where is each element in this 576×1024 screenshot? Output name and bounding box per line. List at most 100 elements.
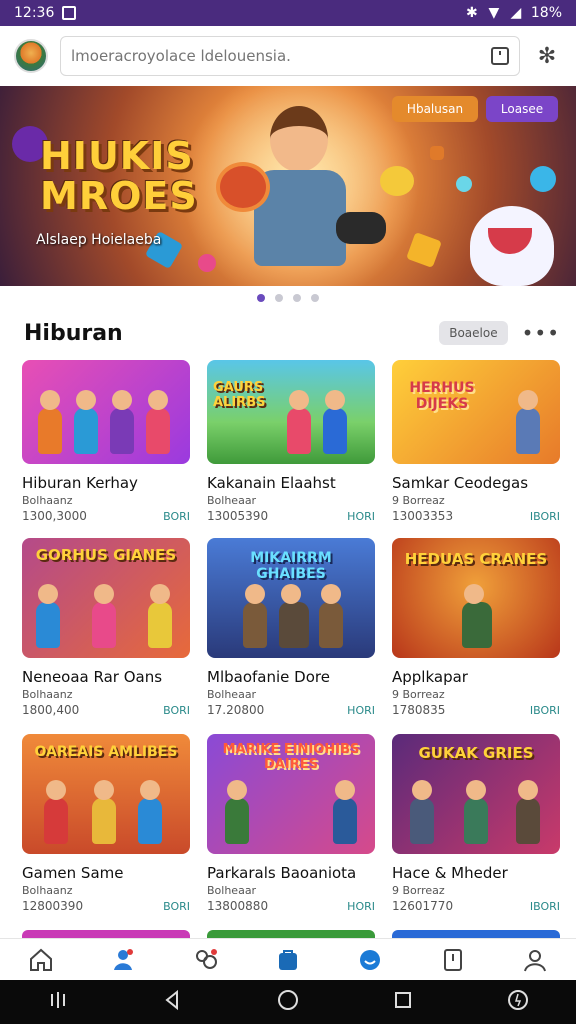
card-count: 1300,3000 (22, 509, 87, 523)
section-header: Hiburan Boaeloe ••• (24, 316, 560, 350)
game-thumbnail[interactable]: MIKAIRRM GHAIBES (207, 538, 375, 658)
game-card[interactable]: GORHUS GIANES Neneoaa Rar Oans Bolhaanz … (22, 538, 190, 717)
candy-decoration (380, 166, 414, 196)
profile-icon[interactable] (515, 940, 555, 980)
card-title: Applkapar (392, 668, 468, 686)
candy-decoration (198, 254, 216, 272)
assistant-icon[interactable] (506, 988, 530, 1016)
people-icon[interactable] (103, 940, 143, 980)
card-tag: HORI (347, 899, 375, 913)
bottom-navigation (0, 938, 576, 980)
banner-subtitle: Alslaep Hoielaeba (36, 232, 162, 248)
candy-decoration (456, 176, 472, 192)
game-card[interactable]: MARIKE EINIOHIBS DAIRES Parkarals Baoani… (207, 734, 375, 913)
avatar[interactable] (14, 39, 48, 73)
back-icon[interactable] (161, 988, 185, 1016)
game-card[interactable]: HERHUS DIJEKS Samkar Ceodegas 9 Borreaz … (392, 360, 560, 523)
card-count: 12800390 (22, 899, 84, 913)
search-bar[interactable] (60, 36, 520, 76)
game-card[interactable]: GUKAK GRIES Hace & Mheder 9 Borreaz 1260… (392, 734, 560, 913)
game-card[interactable]: OAREAIS AMLIBES Gamen Same Bolhaanz 1280… (22, 734, 190, 913)
game-thumbnail[interactable]: HERHUS DIJEKS (392, 360, 560, 464)
game-thumbnail[interactable]: OAREAIS AMLIBES (22, 734, 190, 854)
banner-character (216, 106, 360, 286)
card-meta: 9 Borreaz (392, 688, 445, 701)
hero-banner[interactable]: HIUKIS MROES Alslaep Hoielaeba Hbalusan … (0, 86, 576, 286)
wifi-icon: ▼ (488, 5, 500, 21)
home-icon[interactable] (21, 940, 61, 980)
carousel-dot[interactable] (275, 294, 283, 302)
controller-icon (336, 212, 386, 244)
mascot-character (470, 206, 554, 286)
bluetooth-icon: ✱ (466, 5, 478, 21)
overview-icon[interactable] (391, 988, 415, 1016)
carousel-dot[interactable] (311, 294, 319, 302)
search-input[interactable] (71, 47, 483, 65)
card-icon[interactable] (491, 47, 509, 65)
thumbnail-label: OAREAIS AMLIBES (34, 744, 178, 760)
card-title: Gamen Same (22, 864, 124, 882)
app-bar: ✻ (0, 26, 576, 86)
card-tag: HORI (347, 509, 375, 523)
card-count: 13003353 (392, 509, 454, 523)
system-navigation (0, 980, 576, 1024)
game-thumbnail[interactable] (22, 360, 190, 464)
more-options-icon[interactable]: ••• (522, 321, 560, 345)
filter-chip[interactable]: Boaeloe (439, 321, 508, 345)
shop-icon[interactable] (268, 940, 308, 980)
home-button-icon[interactable] (276, 988, 300, 1016)
card-count: 17.20800 (207, 703, 265, 717)
thumbnail-label: GAURS ALIRBS (213, 380, 266, 410)
game-card[interactable]: MIKAIRRM GHAIBES Mlbaofanie Dore Bolheaa… (207, 538, 375, 717)
card-title: Hiburan Kerhay (22, 474, 138, 492)
game-thumbnail[interactable]: GAURS ALIRBS (207, 360, 375, 464)
thumbnail-label: MARIKE EINIOHIBS DAIRES (222, 742, 360, 772)
card-meta: Bolheaar (207, 688, 257, 701)
smile-icon[interactable] (350, 940, 390, 980)
card-tag: BORI (163, 703, 190, 717)
card-tag: HORI (347, 703, 375, 717)
candy-decoration (530, 166, 556, 192)
banner-title-line: HIUKIS (40, 134, 194, 178)
banner-button-secondary[interactable]: Loasee (486, 96, 558, 122)
card-meta: Bolheaar (207, 494, 257, 507)
game-thumbnail[interactable]: HEDUAS CRANES (392, 538, 560, 658)
photo-icon (62, 6, 77, 20)
recents-icon[interactable] (46, 988, 70, 1016)
card-tag: IBORI (529, 899, 560, 913)
card-tag: IBORI (529, 703, 560, 717)
signal-icon: ◢ (510, 5, 522, 21)
card-tag: BORI (163, 899, 190, 913)
banner-title: HIUKIS MROES (40, 136, 198, 216)
game-card[interactable]: Hiburan Kerhay Bolhaanz 1300,3000 BORI (22, 360, 190, 523)
card-tag: IBORI (529, 509, 560, 523)
section-title: Hiburan (24, 320, 123, 346)
thumbnail-label: MIKAIRRM GHAIBES (250, 550, 332, 582)
next-row-peek (22, 930, 560, 938)
thumbnail-label: GORHUS GIANES (35, 546, 177, 564)
group-icon[interactable] (186, 940, 226, 980)
thumbnail-label: HERHUS DIJEKS (409, 380, 475, 412)
carousel-indicator (0, 294, 576, 304)
game-thumbnail[interactable]: MARIKE EINIOHIBS DAIRES (207, 734, 375, 854)
card-tag: BORI (163, 509, 190, 523)
thumbnail-label: HEDUAS CRANES (404, 550, 548, 568)
card-meta: Bolhaanz (22, 688, 73, 701)
banner-button-primary[interactable]: Hbalusan (392, 96, 478, 122)
bookmark-icon[interactable] (433, 940, 473, 980)
carousel-dot[interactable] (293, 294, 301, 302)
carousel-dot-active[interactable] (257, 294, 265, 302)
candy-decoration (430, 146, 444, 160)
status-bar: 12:36 ✱ ▼ ◢ 18% (0, 0, 576, 26)
card-title: Parkarals Baoaniota (207, 864, 357, 882)
card-meta: 9 Borreaz (392, 494, 445, 507)
gear-icon[interactable]: ✻ (532, 41, 562, 71)
game-thumbnail[interactable]: GORHUS GIANES (22, 538, 190, 658)
card-title: Neneoaa Rar Oans (22, 668, 163, 686)
card-count: 13005390 (207, 509, 269, 523)
game-card[interactable]: HEDUAS CRANES Applkapar 9 Borreaz 178083… (392, 538, 560, 717)
game-thumbnail[interactable]: GUKAK GRIES (392, 734, 560, 854)
game-card[interactable]: GAURS ALIRBS Kakanain Elaahst Bolheaar 1… (207, 360, 375, 523)
battery-level: 18% (530, 5, 562, 21)
card-count: 13800880 (207, 899, 269, 913)
